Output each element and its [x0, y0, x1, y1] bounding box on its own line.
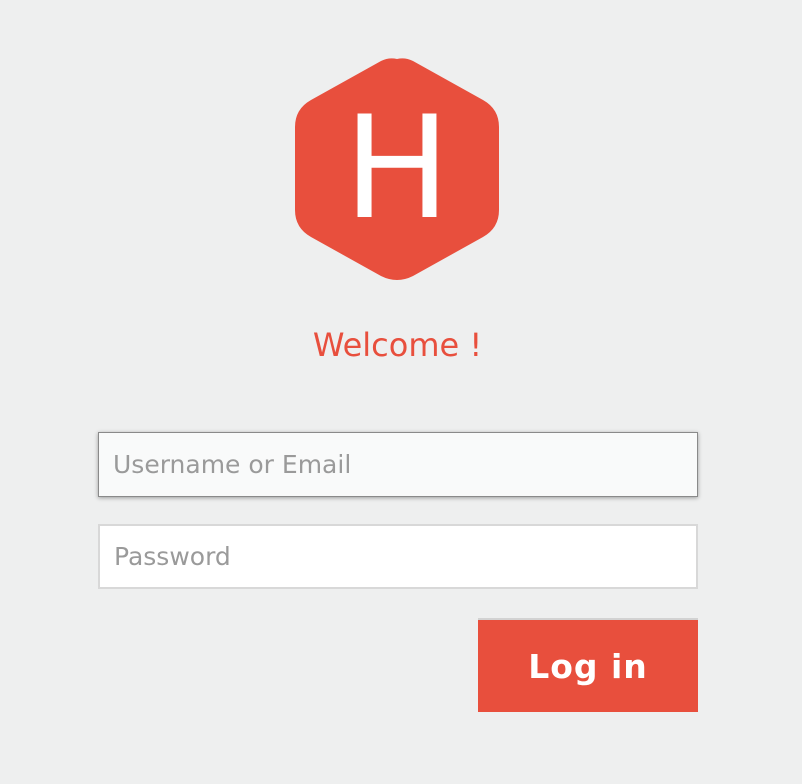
username-input[interactable] — [98, 432, 698, 497]
hexagon-logo: H — [293, 55, 501, 282]
logo-letter: H — [343, 85, 451, 251]
welcome-heading: Welcome ! — [312, 326, 483, 364]
login-button[interactable]: Log in — [478, 618, 698, 712]
password-input[interactable] — [98, 524, 698, 589]
